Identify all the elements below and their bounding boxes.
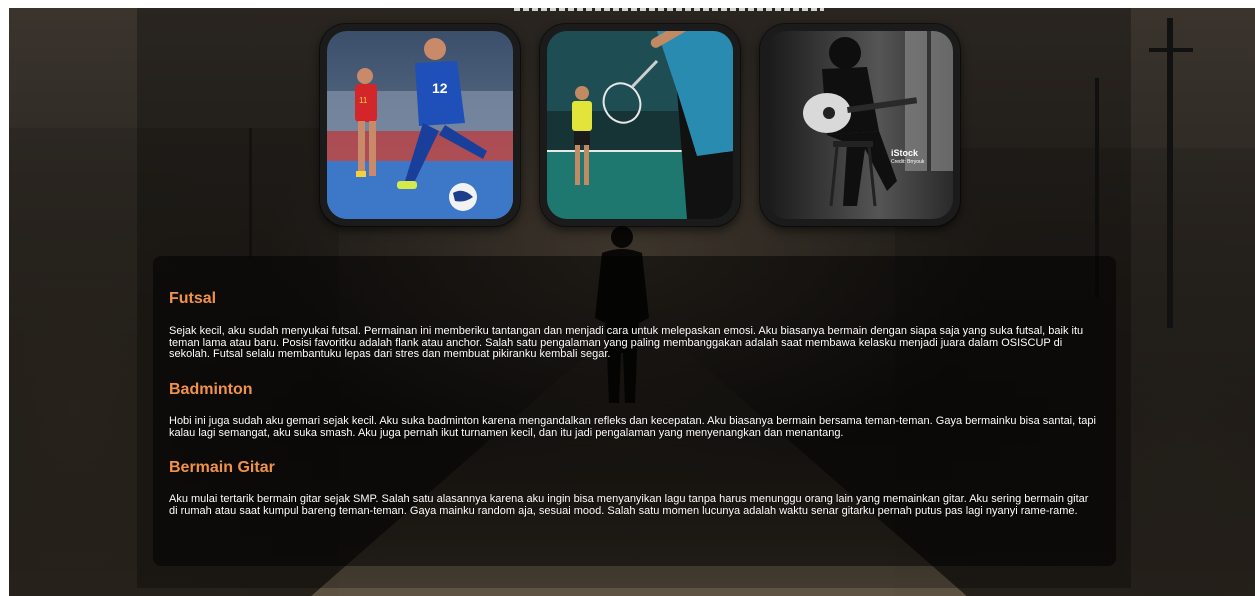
- gallery-card-futsal[interactable]: 12 11: [320, 24, 520, 226]
- section-body-guitar: Aku mulai tertarik bermain gitar sejak S…: [169, 493, 1089, 517]
- gallery-card-guitar[interactable]: iStock Credit: Brryouk: [760, 24, 960, 226]
- section-title-futsal: Futsal: [169, 290, 217, 307]
- section-futsal: Futsal Sejak kecil, aku sudah menyukai f…: [169, 290, 1099, 361]
- futsal-photo: 12 11: [327, 31, 513, 219]
- guitar-photo: iStock Credit: Brryouk: [767, 31, 953, 219]
- hobby-gallery: 12 11 iStock Credit: Brryouk: [320, 24, 960, 226]
- badminton-photo: [547, 31, 733, 219]
- section-badminton: Badminton Hobi ini juga sudah aku gemari…: [169, 381, 1099, 439]
- cut-off-text-line: [514, 8, 824, 11]
- svg-text:11: 11: [359, 96, 368, 105]
- section-title-badminton: Badminton: [169, 381, 253, 398]
- section-body-futsal: Sejak kecil, aku sudah menyukai futsal. …: [169, 325, 1084, 360]
- utility-pole-crossbar: [1149, 48, 1193, 52]
- gallery-card-badminton[interactable]: [540, 24, 740, 226]
- svg-text:12: 12: [432, 80, 448, 96]
- section-title-guitar: Bermain Gitar: [169, 459, 275, 476]
- section-guitar: Bermain Gitar Aku mulai tertarik bermain…: [169, 459, 1099, 517]
- utility-pole: [1167, 18, 1173, 328]
- section-body-badminton: Hobi ini juga sudah aku gemari sejak kec…: [169, 415, 1096, 439]
- page-background: 12 11 iStock Credit: Brryouk Futsal Seja…: [9, 8, 1255, 596]
- istock-watermark: iStock Credit: Brryouk: [891, 148, 925, 166]
